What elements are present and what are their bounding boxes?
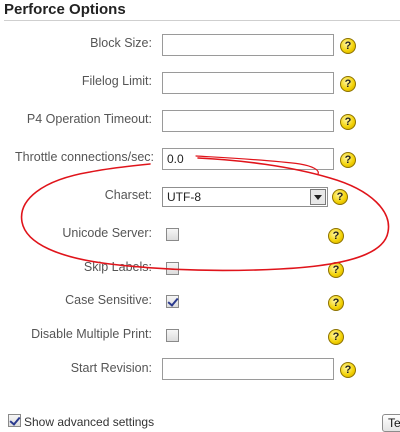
help-icon[interactable]: ? [340,76,356,92]
charset-selected-value: UTF-8 [167,190,201,204]
skip-labels-checkbox[interactable] [166,262,179,275]
block-size-input[interactable] [162,34,334,56]
charset-label: Charset: [104,188,152,202]
p4-timeout-input[interactable] [162,110,334,132]
case-sensitive-label: Case Sensitive: [65,293,152,307]
help-icon[interactable]: ? [340,38,356,54]
throttle-input[interactable] [162,148,334,170]
filelog-limit-label: Filelog Limit: [81,74,152,88]
charset-select[interactable]: UTF-8 [162,187,328,207]
help-icon[interactable]: ? [328,295,344,311]
case-sensitive-checkbox[interactable] [166,295,179,308]
help-icon[interactable]: ? [328,329,344,345]
chevron-down-icon[interactable] [310,189,326,205]
section-title: Perforce Options [4,0,400,21]
help-icon[interactable]: ? [340,152,356,168]
unicode-server-checkbox[interactable] [166,228,179,241]
help-icon[interactable]: ? [328,262,344,278]
show-advanced-checkbox[interactable] [8,414,21,427]
filelog-limit-input[interactable] [162,72,334,94]
help-icon[interactable]: ? [340,114,356,130]
start-revision-input[interactable] [162,358,334,380]
unicode-server-label: Unicode Server: [62,226,152,240]
test-button[interactable]: Te [382,414,400,432]
start-revision-label: Start Revision: [70,361,152,375]
skip-labels-label: Skip Labels: [83,260,152,274]
disable-multiple-print-checkbox[interactable] [166,329,179,342]
help-icon[interactable]: ? [340,362,356,378]
help-icon[interactable]: ? [328,228,344,244]
disable-multiple-print-label: Disable Multiple Print: [31,327,152,341]
p4-timeout-label: P4 Operation Timeout: [26,112,152,126]
block-size-label: Block Size: [90,36,152,50]
throttle-label: Throttle connections/sec: [15,150,154,164]
help-icon[interactable]: ? [332,189,348,205]
show-advanced-label: Show advanced settings [24,415,155,429]
